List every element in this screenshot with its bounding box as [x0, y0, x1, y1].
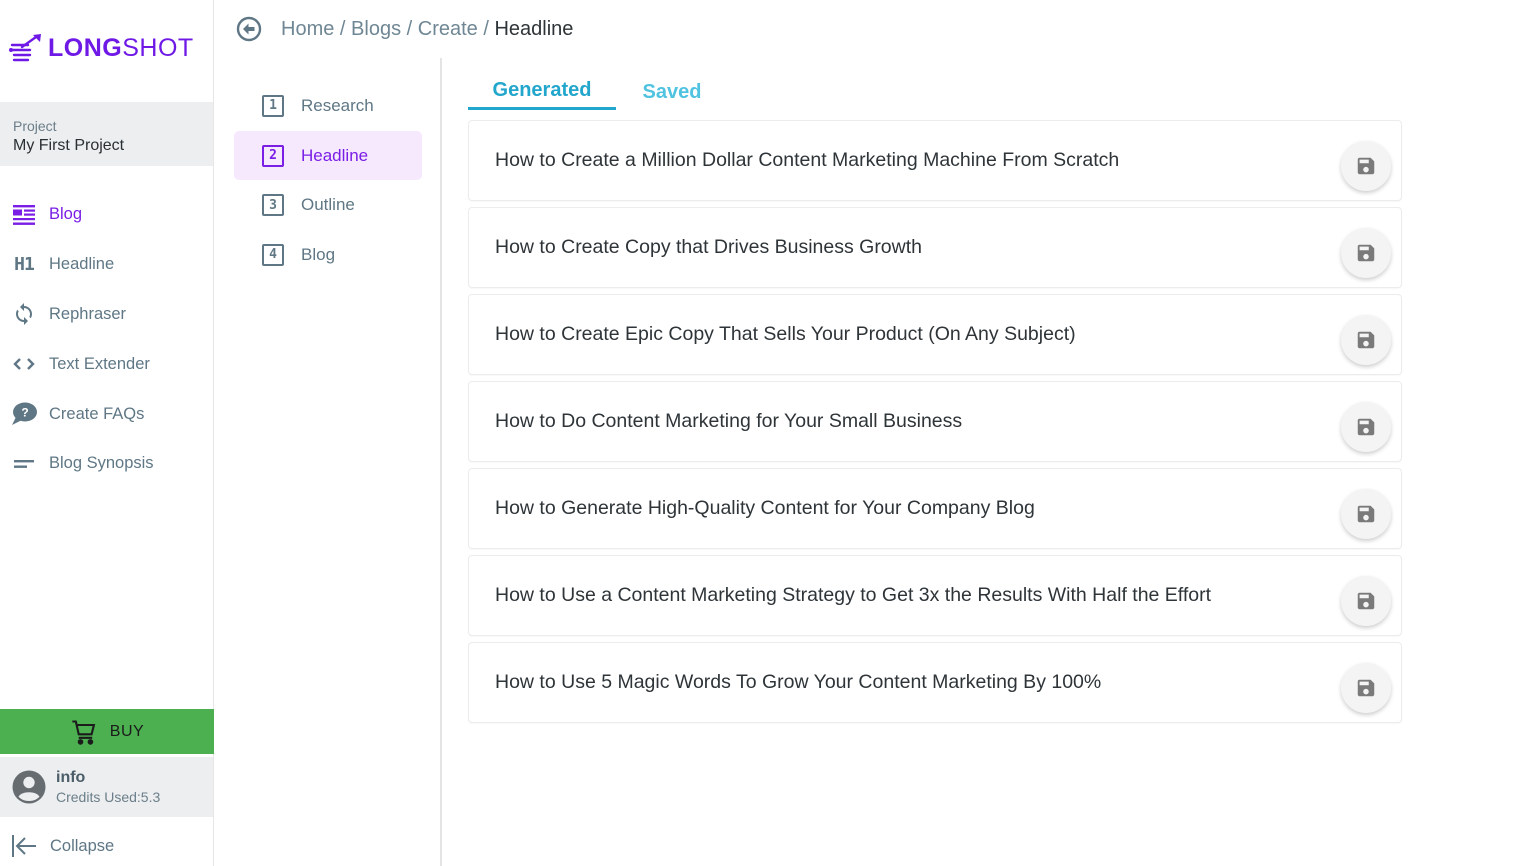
save-icon — [1357, 592, 1375, 609]
breadcrumb-home[interactable]: Home — [281, 18, 334, 40]
avatar-icon — [12, 770, 46, 804]
sidebar-item-rephraser[interactable]: Rephraser — [0, 290, 213, 340]
step-number-2-icon: 2 — [262, 144, 284, 167]
sidebar-item-create-faqs[interactable]: ? Create FAQs — [0, 389, 213, 439]
step-number-4-icon: 4 — [262, 243, 284, 266]
user-account[interactable]: info Credits Used:5.3 — [0, 757, 213, 817]
sidebar-item-label: Text Extender — [49, 354, 150, 373]
breadcrumb-separator: / — [339, 17, 352, 40]
svg-text:?: ? — [21, 406, 28, 420]
code-brackets-icon — [11, 351, 37, 377]
sidebar: LONGSHOT Project My First Project Blog H… — [0, 0, 214, 866]
sidebar-item-label: Rephraser — [49, 304, 127, 323]
breadcrumb-create[interactable]: Create — [418, 18, 478, 40]
save-button[interactable] — [1341, 401, 1391, 452]
sidebar-item-label: Blog Synopsis — [49, 454, 154, 473]
save-button[interactable] — [1341, 314, 1391, 365]
user-name: info — [56, 769, 86, 786]
headline-text: How to Use a Content Marketing Strategy … — [495, 584, 1212, 606]
step-outline[interactable]: 3 Outline — [234, 180, 422, 230]
step-number-3-icon: 3 — [262, 194, 284, 217]
sidebar-item-blog[interactable]: Blog — [0, 190, 213, 240]
save-button[interactable] — [1341, 488, 1391, 539]
collapse-label: Collapse — [50, 836, 115, 855]
headline-card[interactable]: How to Do Content Marketing for Your Sma… — [468, 381, 1402, 462]
user-info: info Credits Used:5.3 — [56, 769, 160, 805]
breadcrumb-trail: Home / Blogs / Create / Headline — [281, 18, 573, 41]
save-icon — [1357, 505, 1375, 522]
breadcrumb: Home / Blogs / Create / Headline — [236, 14, 573, 44]
brand-name: LONGSHOT — [48, 34, 194, 63]
headline-card[interactable]: How to Create a Million Dollar Content M… — [468, 120, 1402, 201]
short-text-icon — [11, 451, 37, 477]
step-label: Research — [301, 95, 374, 115]
step-number-1-icon: 1 — [262, 94, 284, 117]
collapse-arrow-icon — [12, 835, 36, 857]
sidebar-item-headline[interactable]: H1 Headline — [0, 240, 213, 290]
tab-generated[interactable]: Generated — [468, 74, 616, 110]
breadcrumb-blogs[interactable]: Blogs — [351, 18, 401, 40]
headline-text: How to Use 5 Magic Words To Grow Your Co… — [495, 671, 1102, 693]
buy-label: BUY — [109, 722, 145, 740]
sidebar-item-label: Headline — [49, 255, 115, 274]
breadcrumb-separator: / — [483, 17, 495, 40]
headline-card[interactable]: How to Create Copy that Drives Business … — [468, 207, 1402, 288]
save-icon — [1357, 244, 1375, 261]
headline-text: How to Generate High-Quality Content for… — [495, 497, 1035, 519]
brand-name-bold: LONG — [48, 33, 123, 62]
collapse-button[interactable]: Collapse — [0, 826, 114, 866]
cart-icon — [72, 719, 96, 745]
headline-list: How to Create a Million Dollar Content M… — [468, 120, 1402, 729]
panel-divider — [440, 58, 442, 866]
save-icon — [1357, 679, 1375, 696]
rocket-logo-icon — [9, 34, 41, 62]
step-blog[interactable]: 4 Blog — [234, 230, 422, 280]
save-icon — [1357, 418, 1375, 435]
headline-text: How to Create Copy that Drives Business … — [495, 236, 923, 258]
tab-saved[interactable]: Saved — [616, 74, 728, 110]
result-tabs: Generated Saved — [468, 74, 728, 110]
sidebar-nav: Blog H1 Headline Rephraser Text Extender… — [0, 190, 213, 489]
back-button[interactable] — [236, 16, 262, 42]
buy-button[interactable]: BUY — [0, 709, 214, 754]
headline-card[interactable]: How to Create Epic Copy That Sells Your … — [468, 294, 1402, 375]
project-name: My First Project — [13, 137, 125, 154]
headline-text: How to Create Epic Copy That Sells Your … — [495, 323, 1076, 345]
credits-used: Credits Used:5.3 — [56, 789, 161, 805]
logo[interactable]: LONGSHOT — [8, 30, 194, 66]
app-root: LONGSHOT Project My First Project Blog H… — [0, 0, 1536, 866]
blog-icon — [11, 202, 37, 228]
save-button[interactable] — [1341, 140, 1391, 191]
question-bubble-icon: ? — [11, 401, 37, 427]
step-research[interactable]: 1 Research — [234, 81, 422, 131]
breadcrumb-current: Headline — [494, 17, 574, 40]
save-button[interactable] — [1341, 575, 1391, 626]
arrow-back-circle-icon — [236, 16, 262, 42]
step-label: Headline — [301, 145, 369, 165]
project-label: Project — [13, 118, 57, 134]
save-button[interactable] — [1341, 662, 1391, 713]
breadcrumb-separator: / — [406, 17, 418, 40]
h1-icon: H1 — [14, 254, 35, 276]
headline-text: How to Create a Million Dollar Content M… — [495, 149, 1120, 171]
workflow-steps: 1 Research 2 Headline 3 Outline 4 Blog — [234, 81, 422, 280]
headline-text: How to Do Content Marketing for Your Sma… — [495, 410, 963, 432]
sidebar-item-text-extender[interactable]: Text Extender — [0, 339, 213, 389]
headline-card[interactable]: How to Generate High-Quality Content for… — [468, 468, 1402, 549]
sync-icon — [11, 301, 37, 327]
headline-card[interactable]: How to Use a Content Marketing Strategy … — [468, 555, 1402, 636]
sidebar-item-label: Create FAQs — [49, 404, 145, 423]
save-button[interactable] — [1341, 227, 1391, 278]
sidebar-item-label: Blog — [49, 205, 83, 224]
step-headline[interactable]: 2 Headline — [234, 130, 422, 181]
step-label: Blog — [301, 244, 336, 264]
step-label: Outline — [301, 195, 355, 215]
brand-name-light: SHOT — [122, 33, 194, 62]
save-icon — [1357, 331, 1375, 348]
save-icon — [1357, 157, 1375, 174]
sidebar-item-blog-synopsis[interactable]: Blog Synopsis — [0, 439, 213, 489]
headline-card[interactable]: How to Use 5 Magic Words To Grow Your Co… — [468, 642, 1402, 723]
project-selector[interactable]: Project My First Project — [0, 102, 213, 166]
